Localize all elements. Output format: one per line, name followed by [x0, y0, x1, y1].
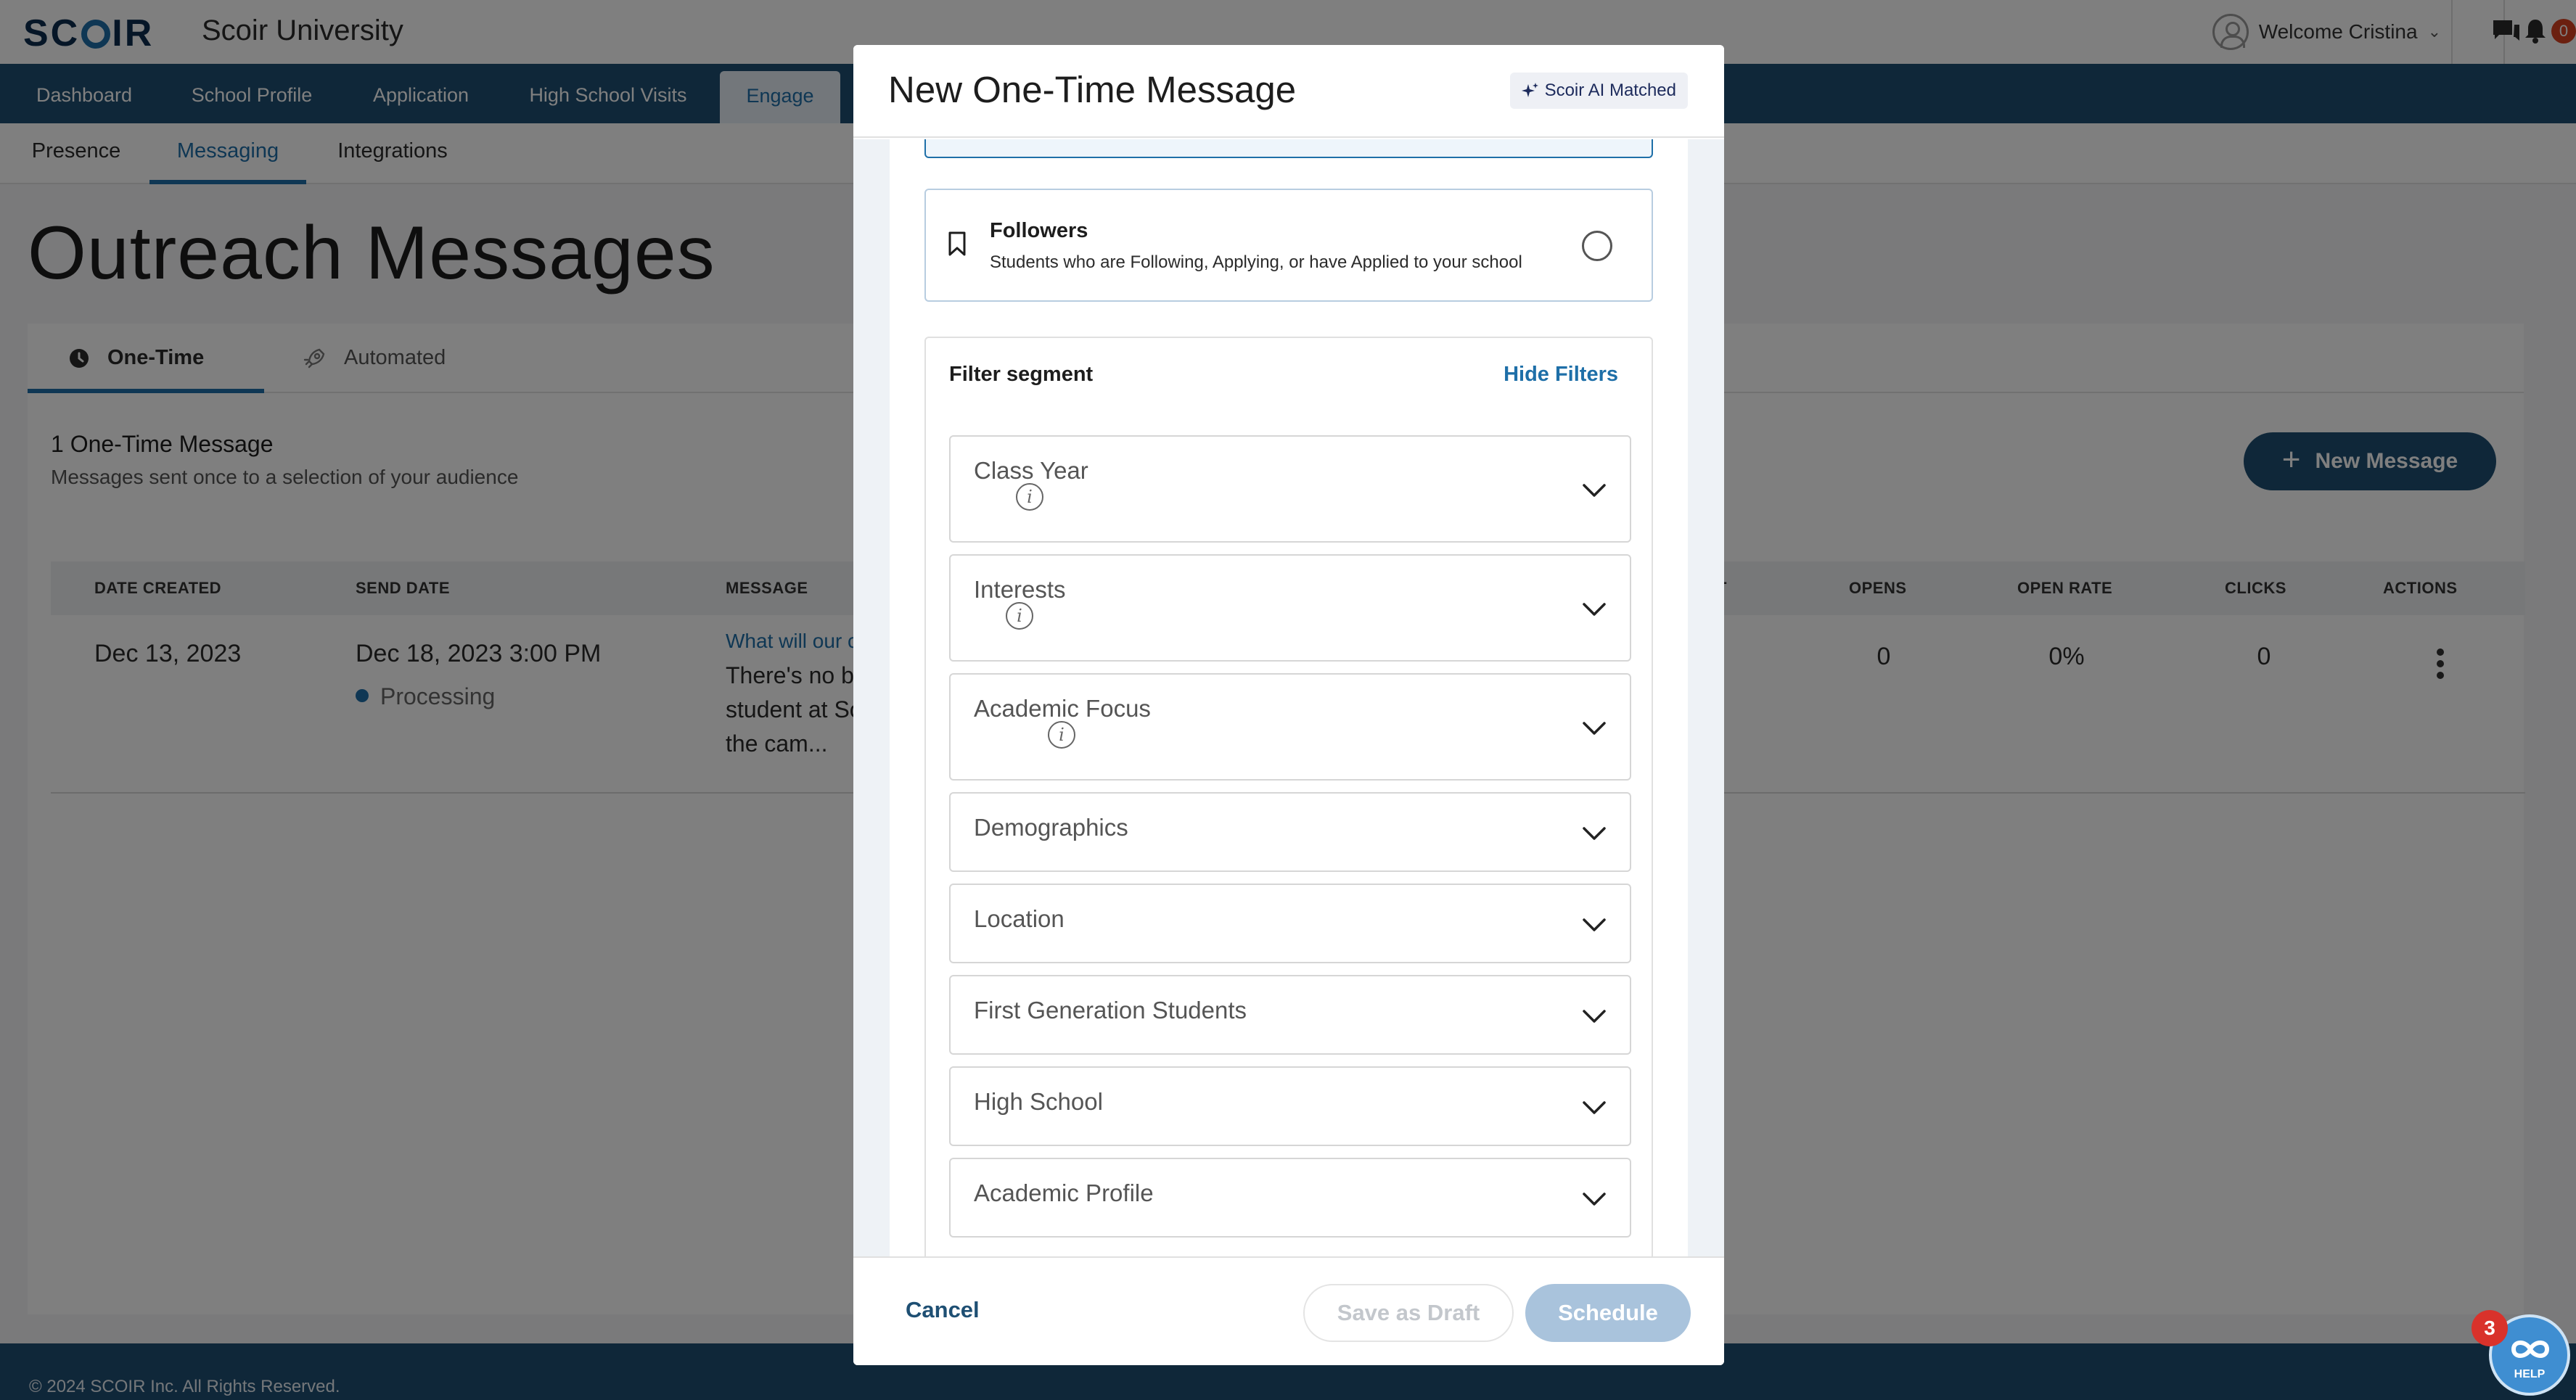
modal-footer: Cancel Save as Draft Schedule: [853, 1256, 1724, 1365]
dropdown-label: Interests: [974, 576, 1066, 603]
dropdown-label: Class Year: [974, 457, 1088, 484]
followers-radio[interactable]: [1582, 231, 1612, 261]
hide-filters-link[interactable]: Hide Filters: [1504, 363, 1618, 387]
dropdown-label: Demographics: [974, 814, 1128, 841]
filter-segment-panel: Filter segment Hide Filters Class Year i…: [924, 337, 1653, 1256]
info-icon[interactable]: i: [1006, 602, 1033, 630]
chevron-down-icon: [1583, 1010, 1606, 1023]
chevron-down-icon: [1583, 603, 1606, 616]
chevron-down-icon: [1583, 918, 1606, 931]
demographics-dropdown[interactable]: Demographics: [949, 792, 1631, 872]
modal-scroll-content: Followers Students who are Following, Ap…: [890, 139, 1688, 1256]
modal-header: New One-Time Message Scoir AI Matched: [853, 45, 1724, 138]
modal-title: New One-Time Message: [888, 69, 1297, 110]
help-notification-badge: 3: [2472, 1310, 2508, 1346]
dropdown-label: Academic Profile: [974, 1179, 1154, 1206]
first-generation-dropdown[interactable]: First Generation Students: [949, 975, 1631, 1055]
academic-profile-dropdown[interactable]: Academic Profile: [949, 1158, 1631, 1238]
filter-segment-title: Filter segment: [949, 363, 1094, 386]
high-school-dropdown[interactable]: High School: [949, 1066, 1631, 1146]
dropdown-label: First Generation Students: [974, 997, 1247, 1024]
chevron-down-icon: [1583, 484, 1606, 497]
save-as-draft-button[interactable]: Save as Draft: [1303, 1284, 1514, 1342]
chevron-down-icon: [1583, 1101, 1606, 1114]
chevron-down-icon: [1583, 1193, 1606, 1206]
info-icon[interactable]: i: [1016, 483, 1043, 511]
bookmark-icon: [948, 231, 966, 256]
ai-badge-label: Scoir AI Matched: [1544, 81, 1676, 100]
sparkle-icon: [1521, 83, 1538, 97]
location-dropdown[interactable]: Location: [949, 884, 1631, 963]
info-icon[interactable]: i: [1048, 721, 1075, 749]
chevron-down-icon: [1583, 827, 1606, 840]
option-title: Followers: [990, 219, 1088, 242]
class-year-dropdown[interactable]: Class Year i: [949, 435, 1631, 543]
dropdown-label: High School: [974, 1088, 1103, 1115]
cancel-button[interactable]: Cancel: [906, 1297, 980, 1323]
dropdown-label: Location: [974, 905, 1065, 932]
audience-option-selected[interactable]: [924, 139, 1653, 158]
interests-dropdown[interactable]: Interests i: [949, 554, 1631, 662]
dropdown-label: Academic Focus: [974, 695, 1151, 722]
audience-option-followers[interactable]: Followers Students who are Following, Ap…: [924, 189, 1653, 302]
new-message-modal: New One-Time Message Scoir AI Matched Fo…: [853, 45, 1724, 1365]
ai-matched-badge: Scoir AI Matched: [1509, 73, 1688, 109]
help-label: HELP: [2514, 1368, 2546, 1380]
academic-focus-dropdown[interactable]: Academic Focus i: [949, 673, 1631, 781]
option-description: Students who are Following, Applying, or…: [990, 252, 1522, 272]
schedule-button[interactable]: Schedule: [1525, 1284, 1691, 1342]
chevron-down-icon: [1583, 722, 1606, 735]
infinity-icon: [2511, 1341, 2550, 1358]
modal-body: Followers Students who are Following, Ap…: [853, 139, 1724, 1256]
